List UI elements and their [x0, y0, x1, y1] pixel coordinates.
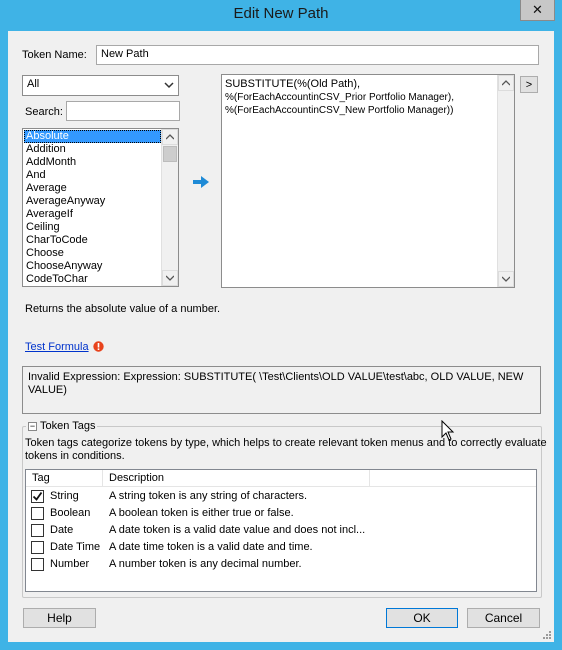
chevron-down-icon	[166, 275, 174, 281]
tag-description: A string token is any string of characte…	[109, 490, 308, 502]
table-row[interactable]: String A string token is any string of ch…	[26, 488, 536, 505]
formula-line: SUBSTITUTE(%(Old Path),	[225, 78, 361, 90]
scroll-thumb[interactable]	[163, 146, 177, 162]
token-tags-table: Tag Description String A string token is …	[25, 469, 537, 592]
tag-description: A number token is any decimal number.	[109, 558, 302, 570]
table-row[interactable]: Date A date token is a valid date value a…	[26, 522, 536, 539]
tag-name: Boolean	[50, 507, 91, 519]
scroll-up-button[interactable]	[498, 75, 514, 91]
list-item[interactable]: And	[24, 169, 161, 182]
window-title: Edit New Path	[233, 5, 329, 22]
list-item[interactable]: CodeToChar	[24, 273, 161, 286]
chevron-down-icon	[164, 82, 174, 89]
tag-name: Date Time	[50, 541, 101, 553]
column-header-tag[interactable]: Tag	[26, 470, 103, 487]
tag-name: String	[50, 490, 79, 502]
table-row[interactable]: Date Time A date time token is a valid da…	[26, 539, 536, 556]
token-tags-header[interactable]: − Token Tags	[26, 420, 98, 432]
result-text-continued: VALUE)	[28, 384, 67, 396]
list-item[interactable]: Ceiling	[24, 221, 161, 234]
close-button[interactable]: ✕	[520, 0, 555, 21]
list-item[interactable]: Choose	[24, 247, 161, 260]
tag-checkbox[interactable]	[31, 490, 44, 503]
function-description: Returns the absolute value of a number.	[25, 303, 221, 315]
arrow-right-icon[interactable]	[192, 175, 210, 189]
result-box: Invalid Expression: Expression: SUBSTITU…	[22, 366, 541, 414]
table-row[interactable]: Boolean A boolean token is either true or…	[26, 505, 536, 522]
chevron-up-icon	[502, 80, 510, 86]
formula-line: %(ForEachAccountinCSV_Prior Portfolio Ma…	[225, 92, 454, 103]
category-dropdown-value: All	[27, 78, 40, 90]
tag-name: Date	[50, 524, 74, 536]
scroll-down-button[interactable]	[162, 270, 178, 286]
list-item[interactable]: AverageIf	[24, 208, 161, 221]
tag-checkbox[interactable]	[31, 507, 44, 520]
tag-checkbox[interactable]	[31, 524, 44, 537]
test-formula-link[interactable]: Test Formula	[25, 341, 89, 353]
list-item[interactable]: AverageAnyway	[24, 195, 161, 208]
help-button[interactable]: Help	[23, 608, 96, 628]
formula-line: %(ForEachAccountinCSV_New Portfolio Mana…	[225, 105, 454, 116]
expand-button[interactable]: >	[520, 76, 538, 93]
collapse-icon[interactable]: −	[28, 421, 37, 431]
scroll-down-button[interactable]	[498, 271, 514, 287]
token-tags-title: Token Tags	[40, 420, 96, 432]
token-name-label: Token Name:	[22, 49, 87, 61]
token-tags-help-continued: tokens in conditions.	[25, 450, 125, 462]
ok-button[interactable]: OK	[386, 608, 458, 628]
list-item[interactable]: CharToCode	[24, 234, 161, 247]
mouse-cursor-icon	[441, 420, 455, 441]
function-list[interactable]: Absolute Addition AddMonth And Average Averag…	[22, 128, 179, 287]
table-header: Tag Description	[26, 470, 536, 487]
search-label: Search:	[25, 106, 63, 118]
list-item[interactable]: Average	[24, 182, 161, 195]
result-text: Invalid Expression: Expression: SUBSTITU…	[28, 371, 524, 383]
category-dropdown[interactable]: All	[22, 75, 179, 96]
close-icon: ✕	[532, 2, 543, 17]
tag-description: A date token is a valid date value and d…	[109, 524, 366, 536]
cancel-button[interactable]: Cancel	[467, 608, 540, 628]
list-item[interactable]: Addition	[24, 143, 161, 156]
list-item[interactable]: Absolute	[24, 130, 161, 143]
list-item[interactable]: ChooseAnyway	[24, 260, 161, 273]
title-bar: Edit New Path ✕	[0, 0, 562, 30]
checkmark-icon	[32, 491, 43, 501]
tag-name: Number	[50, 558, 90, 570]
scroll-up-button[interactable]	[162, 129, 178, 145]
dialog-body: Token Name: New Path All Search: Absolut…	[8, 31, 554, 642]
list-item[interactable]: AddMonth	[24, 156, 161, 169]
tag-description: A boolean token is either true or false.	[109, 507, 294, 519]
tag-checkbox[interactable]	[31, 558, 44, 571]
formula-editor[interactable]: SUBSTITUTE(%(Old Path), %(ForEachAccount…	[221, 74, 515, 288]
search-input[interactable]	[66, 101, 180, 121]
formula-scrollbar[interactable]	[497, 75, 514, 287]
chevron-up-icon	[166, 134, 174, 140]
function-list-scrollbar[interactable]	[161, 129, 178, 286]
token-name-input[interactable]: New Path	[96, 45, 539, 65]
chevron-down-icon	[502, 276, 510, 282]
column-header-description[interactable]: Description	[103, 470, 370, 487]
error-icon	[93, 341, 104, 352]
resize-grip-icon[interactable]	[542, 630, 552, 640]
tag-description: A date time token is a valid date and ti…	[109, 541, 313, 553]
token-tags-help: Token tags categorize tokens by type, wh…	[25, 437, 547, 449]
table-row[interactable]: Number A number token is any decimal numb…	[26, 556, 536, 573]
tag-checkbox[interactable]	[31, 541, 44, 554]
